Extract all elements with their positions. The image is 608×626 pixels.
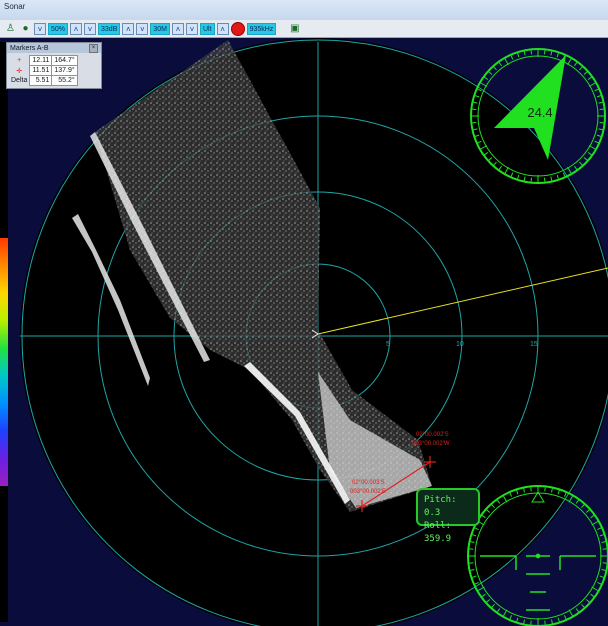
dial-tick xyxy=(599,534,604,537)
marker-b-lon: 003°00.002'E xyxy=(350,489,386,495)
marker-a-bearing: 164.7° xyxy=(51,55,78,66)
markers-panel-header[interactable]: Markers A-B × xyxy=(7,43,101,53)
delta-bearing: 55.2° xyxy=(51,75,78,86)
dial-tick xyxy=(509,615,513,620)
dial-tick xyxy=(591,521,599,526)
marker-a-range: 12.11 xyxy=(29,55,53,66)
dial-tick xyxy=(551,619,553,624)
dial-tick xyxy=(594,88,599,92)
intensity-colorbar xyxy=(0,238,8,486)
markers-panel-title: Markers A-B xyxy=(10,44,49,52)
dial-tick xyxy=(574,165,578,170)
dial-tick xyxy=(597,581,602,585)
range-label-5: 5 xyxy=(386,341,390,348)
delta-range: 5.51 xyxy=(29,75,53,86)
dial-tick xyxy=(587,152,592,156)
dial-tick xyxy=(598,128,603,131)
dial-tick xyxy=(575,608,579,613)
pitch-value: Pitch: 0.3 xyxy=(424,495,457,518)
marker-b-range: 11.51 xyxy=(29,65,53,76)
dial-tick xyxy=(567,58,572,66)
dial-tick xyxy=(568,609,573,617)
dial-tick xyxy=(557,617,560,622)
table-row: + 12.11 164.7° xyxy=(9,55,78,66)
range-label-15: 15 xyxy=(530,341,538,348)
dial-tick xyxy=(510,55,514,60)
dial-tick xyxy=(563,615,567,620)
dial-tick xyxy=(579,66,583,71)
dial-tick xyxy=(594,140,599,144)
marker-a-lat: 02°00.002'S xyxy=(416,432,449,438)
marker-b-bearing: 137.9° xyxy=(51,65,78,76)
markers-panel[interactable]: Markers A-B × + 12.11 164.7° ✛ 11.51 137… xyxy=(6,42,102,89)
dial-tick xyxy=(596,95,601,98)
dial-tick xyxy=(568,495,573,503)
table-row: ✛ 11.51 137.9° xyxy=(9,65,78,76)
range-label-10: 10 xyxy=(456,341,464,348)
dial-tick xyxy=(585,509,590,513)
markers-table: + 12.11 164.7° ✛ 11.51 137.9° Delta 5.51… xyxy=(9,55,78,86)
dial-tick xyxy=(601,541,606,543)
dial-tick xyxy=(591,586,599,591)
pitch-roll-readout: Pitch: 0.3 Roll: 359.9 xyxy=(416,488,480,544)
dial-tick xyxy=(601,569,606,571)
dial-tick xyxy=(481,593,486,597)
dial-tick xyxy=(587,76,592,80)
dial-tick xyxy=(517,53,520,58)
dial-tick xyxy=(491,603,495,608)
dial-tick xyxy=(574,62,578,67)
dial-tick xyxy=(503,609,508,617)
dial-tick xyxy=(579,161,583,166)
compass-heading: 24.4 xyxy=(527,105,552,120)
roll-value: Roll: 359.9 xyxy=(424,521,452,544)
dial-tick xyxy=(523,619,525,624)
dial-tick xyxy=(567,166,572,174)
dial-tick xyxy=(488,71,493,75)
dial-tick xyxy=(590,515,595,519)
table-row: Delta 5.51 55.2° xyxy=(9,75,78,86)
dial-tick xyxy=(597,527,602,531)
dial-tick xyxy=(498,62,502,67)
dial-tick xyxy=(516,617,519,622)
dial-tick xyxy=(504,58,509,66)
dial-tick xyxy=(581,504,585,509)
dial-tick xyxy=(480,82,488,87)
dial-tick xyxy=(585,599,590,603)
sonar-view[interactable]: 5 10 15 02°00.002'S 003°00.002'W 02°00.0… xyxy=(0,0,608,626)
dial-tick xyxy=(556,53,559,58)
dial-tick xyxy=(477,586,485,591)
dial-tick xyxy=(575,499,579,504)
dial-tick xyxy=(583,157,588,161)
dial-tick xyxy=(588,82,596,87)
dial-tick xyxy=(596,134,601,137)
dial-tick xyxy=(581,603,585,608)
marker-b-lat: 02°00.003'S xyxy=(352,480,385,486)
delta-label: Delta xyxy=(11,77,28,84)
dial-tick xyxy=(493,66,497,71)
dial-tick xyxy=(484,76,489,80)
marker-b-row-icon: ✛ xyxy=(16,67,23,75)
marker-a-row-icon: + xyxy=(17,57,22,64)
dial-tick xyxy=(599,575,604,578)
dial-tick xyxy=(583,71,588,75)
dial-tick xyxy=(523,51,526,56)
dial-tick xyxy=(588,145,596,150)
close-icon[interactable]: × xyxy=(89,43,98,53)
dial-tick xyxy=(497,608,501,613)
dial-tick xyxy=(486,599,491,603)
dial-tick xyxy=(598,101,603,104)
marker-a-lon: 003°00.002'W xyxy=(412,441,450,447)
dial-tick xyxy=(590,593,595,597)
dial-tick xyxy=(550,51,553,56)
